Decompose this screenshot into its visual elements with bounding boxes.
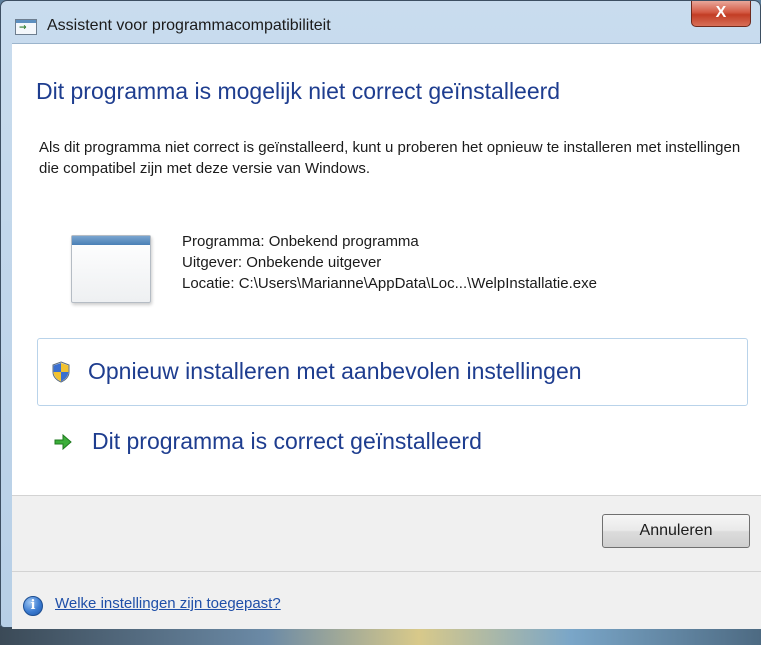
content-panel: Dit programma is mogelijk niet correct g…	[12, 43, 761, 496]
footer-divider	[12, 571, 761, 572]
reinstall-option-button[interactable]: Opnieuw installeren met aanbevolen inste…	[37, 338, 748, 406]
reinstall-option-label: Opnieuw installeren met aanbevolen inste…	[88, 358, 582, 384]
description-text: Als dit programma niet correct is geïnst…	[39, 139, 741, 177]
page-title: Dit programma is mogelijk niet correct g…	[36, 78, 561, 104]
window-title: Assistent voor programmacompatibiliteit	[47, 17, 331, 34]
green-arrow-icon	[54, 434, 72, 450]
program-publisher: Uitgever: Onbekende uitgever	[182, 254, 382, 271]
settings-applied-link[interactable]: Welke instellingen zijn toegepast?	[55, 595, 281, 612]
close-button[interactable]: X	[691, 1, 751, 27]
program-window-icon	[71, 235, 151, 303]
title-bar[interactable]: → Assistent voor programmacompatibilitei…	[1, 1, 760, 41]
compatibility-assistant-icon: →	[15, 19, 37, 35]
footer-panel: Annuleren i Welke instellingen zijn toeg…	[12, 495, 761, 629]
uac-shield-icon	[52, 361, 70, 383]
info-icon: i	[23, 596, 43, 616]
program-location: Locatie: C:\Users\Marianne\AppData\Loc..…	[182, 275, 597, 292]
program-info: Programma: Onbekend programma Uitgever: …	[182, 231, 597, 294]
cancel-button[interactable]: Annuleren	[602, 514, 750, 548]
program-name: Programma: Onbekend programma	[182, 233, 419, 250]
installed-correctly-option[interactable]: Dit programma is correct geïnstalleerd	[92, 428, 482, 455]
